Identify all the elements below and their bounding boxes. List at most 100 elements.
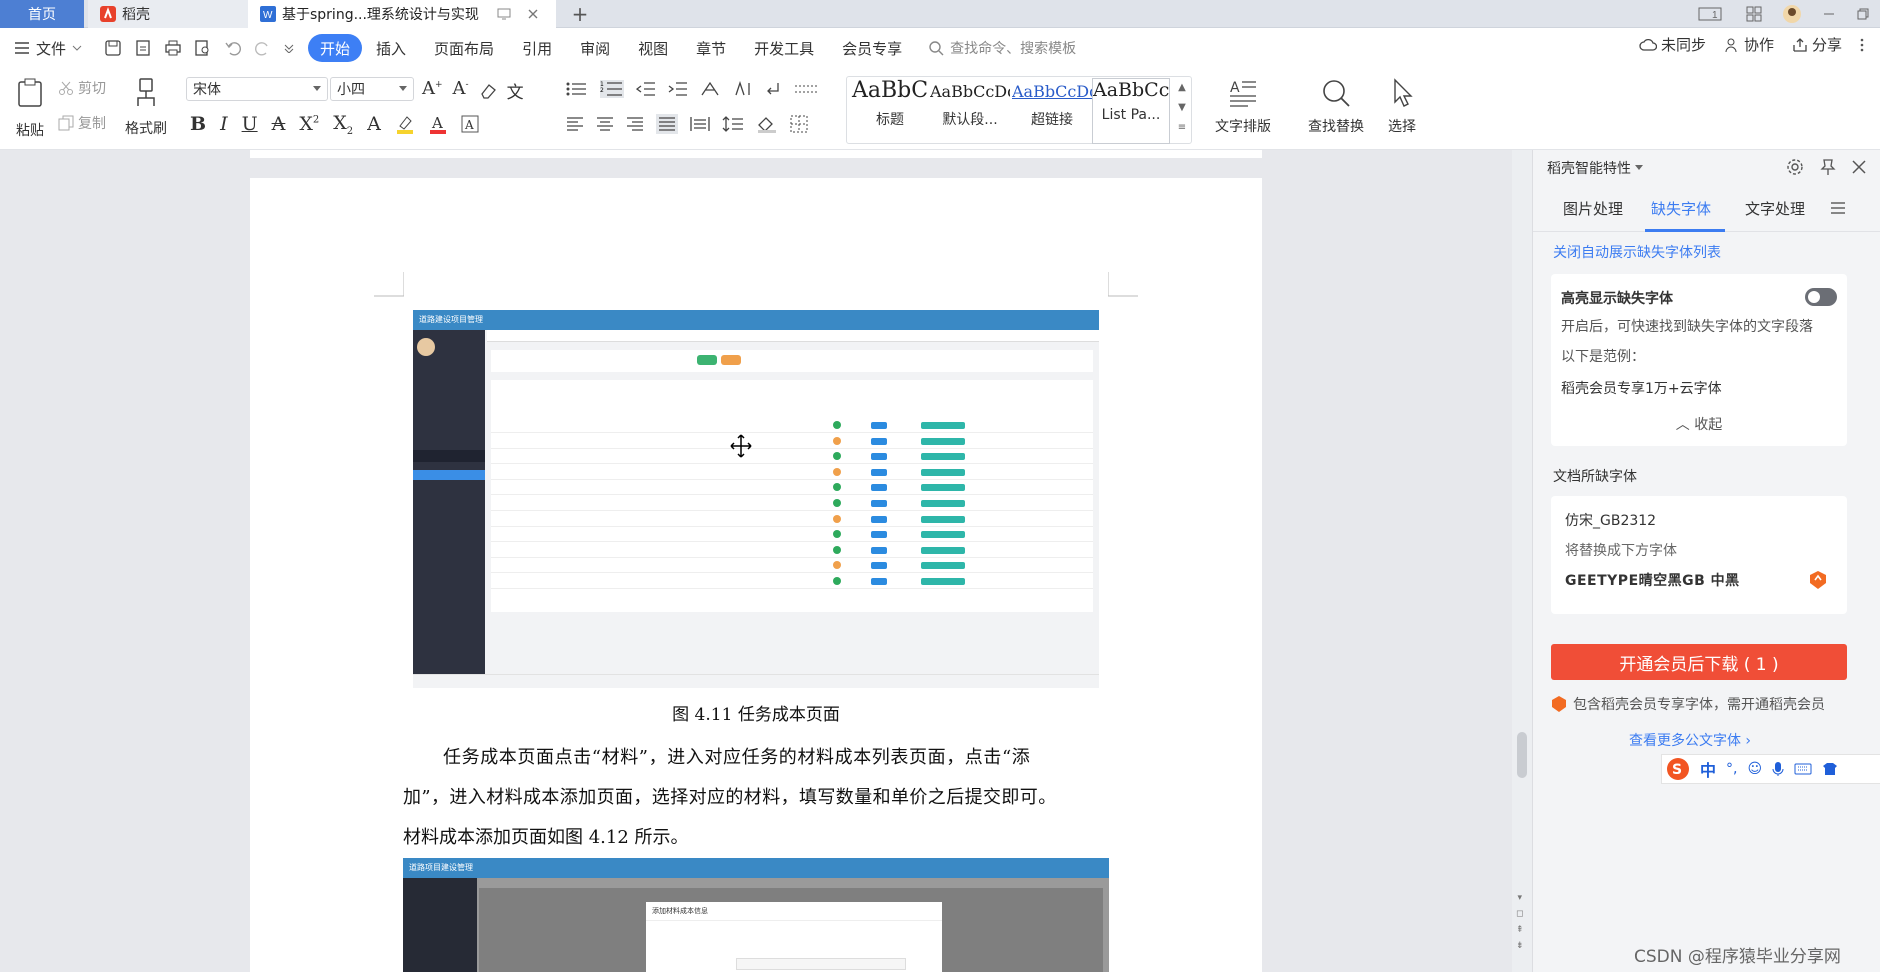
print-icon[interactable] (164, 39, 182, 57)
font-size-select[interactable]: 小四 (330, 77, 414, 101)
export-pdf-icon[interactable] (134, 39, 152, 57)
cut-button[interactable]: 剪切 (58, 78, 106, 98)
shrink-font-icon[interactable]: A- (453, 78, 469, 103)
strikethrough-icon[interactable]: A (272, 113, 286, 135)
menu-tab-review[interactable]: 审阅 (566, 34, 624, 62)
vertical-scrollbar[interactable]: ▾ ◻ ⇞ ⇟ (1512, 150, 1532, 972)
panel-tab-text[interactable]: 文字处理 (1745, 198, 1805, 219)
chevron-down-icon[interactable]: ▼ (1174, 98, 1190, 118)
scroll-buttons[interactable]: ▾ ◻ ⇞ ⇟ (1516, 890, 1524, 954)
select-button[interactable]: 选择 (1380, 78, 1424, 136)
share-button[interactable]: 分享 (1792, 34, 1842, 55)
ime-skin-icon[interactable] (1822, 762, 1838, 776)
document-canvas[interactable]: 道路建设项目管理 图 4.11 任务成本页面 任务成本页面点击“材料”，进入对应… (0, 150, 1532, 972)
chevron-up-icon[interactable]: ▲ (1174, 78, 1190, 98)
more-vertical-icon[interactable] (1860, 37, 1864, 53)
underline-icon[interactable]: U (242, 113, 258, 135)
tab-document[interactable]: W 基于spring...理系统设计与实现 (248, 0, 556, 28)
ime-toolbar[interactable]: S 中 °, ☺ (1661, 754, 1880, 784)
style-heading[interactable]: AaBbC 标题 (850, 78, 930, 144)
tab-home[interactable]: 首页 (0, 0, 84, 28)
highlight-toggle[interactable] (1805, 288, 1837, 306)
panel-tab-missing-fonts[interactable]: 缺失字体 (1651, 198, 1711, 219)
collab-button[interactable]: 协作 (1724, 34, 1774, 55)
paste-button[interactable]: 粘贴 (10, 78, 50, 140)
tab-daoke[interactable]: 稻壳 (88, 0, 248, 28)
char-border-icon[interactable]: A (461, 115, 479, 133)
sync-status[interactable]: 未同步 (1639, 34, 1706, 55)
justify-icon[interactable] (656, 114, 678, 134)
document-page[interactable]: 道路建设项目管理 图 4.11 任务成本页面 任务成本页面点击“材料”，进入对应… (250, 178, 1262, 972)
bullet-list-icon[interactable] (566, 81, 588, 97)
minimize-icon[interactable] (1822, 7, 1836, 21)
window-restore-icon[interactable] (497, 8, 511, 20)
close-tab-icon[interactable] (527, 8, 539, 20)
text-direction-icon[interactable] (700, 81, 722, 97)
font-family-select[interactable]: 宋体 (186, 77, 328, 101)
pinyin-guide-icon[interactable]: 文 (507, 78, 524, 103)
show-marks-icon[interactable] (764, 81, 782, 97)
user-avatar-icon[interactable] (1782, 4, 1802, 24)
subscript-icon[interactable]: X2 (333, 112, 353, 137)
increase-indent-icon[interactable] (668, 81, 688, 97)
superscript-icon[interactable]: X2 (299, 113, 319, 135)
decrease-indent-icon[interactable] (636, 81, 656, 97)
file-menu[interactable]: 文件 (0, 34, 96, 62)
distribute-icon[interactable] (690, 116, 710, 132)
collapse-button[interactable]: ︿ 收起 (1551, 414, 1847, 434)
menu-tab-section[interactable]: 章节 (682, 34, 740, 62)
italic-icon[interactable]: I (220, 113, 228, 135)
pin-icon[interactable] (1820, 158, 1836, 176)
find-replace-button[interactable]: 查找替换 (1300, 78, 1372, 136)
print-preview-icon[interactable] (194, 39, 212, 57)
text-layout-button[interactable]: A 文字排版 (1208, 78, 1278, 136)
undo-icon[interactable] (224, 39, 242, 57)
copy-button[interactable]: 复制 (58, 113, 106, 133)
table-of-tab-icon[interactable] (794, 81, 818, 97)
align-left-icon[interactable] (566, 116, 584, 132)
align-right-icon[interactable] (626, 116, 644, 132)
more-fonts-link[interactable]: 查看更多公文字体 › (1533, 730, 1847, 750)
panel-header-dropdown[interactable]: 稻壳智能特性 (1547, 158, 1643, 178)
grid-apps-icon[interactable] (1746, 6, 1762, 22)
ime-punct-icon[interactable]: °, (1726, 761, 1737, 777)
page-view-icon[interactable]: 1 (1698, 6, 1726, 22)
align-center-icon[interactable] (596, 116, 614, 132)
menu-tab-reference[interactable]: 引用 (508, 34, 566, 62)
bold-icon[interactable]: B (190, 113, 206, 135)
settings-gear-icon[interactable] (1786, 158, 1804, 176)
line-spacing-icon[interactable] (722, 115, 744, 133)
new-tab-button[interactable]: + (568, 0, 592, 28)
panel-menu-icon[interactable] (1831, 202, 1845, 214)
ime-mic-icon[interactable] (1772, 761, 1784, 777)
borders-icon[interactable] (790, 115, 808, 133)
redo-icon[interactable] (254, 39, 272, 57)
ime-keyboard-icon[interactable] (1794, 763, 1812, 775)
close-auto-show-link[interactable]: 关闭自动展示缺失字体列表 (1553, 242, 1721, 262)
menu-tab-member[interactable]: 会员专享 (828, 34, 916, 62)
numbered-list-icon[interactable]: 12 (600, 80, 624, 98)
font-color-icon[interactable]: A (429, 114, 447, 135)
download-member-button[interactable]: 开通会员后下载 ( 1 ) (1551, 644, 1847, 680)
style-hyperlink[interactable]: AaBbCcDd 超链接 (1012, 78, 1092, 144)
format-painter-button[interactable]: 格式刷 (122, 78, 170, 138)
scrollbar-thumb[interactable] (1517, 732, 1527, 778)
menu-tab-dev-tools[interactable]: 开发工具 (740, 34, 828, 62)
menu-tab-home[interactable]: 开始 (308, 34, 363, 62)
text-effect-icon[interactable]: A (367, 113, 381, 135)
command-search[interactable]: 查找命令、搜索模板 (928, 38, 1076, 58)
ime-lang-indicator[interactable]: 中 (1700, 757, 1716, 781)
style-list-paragraph[interactable]: AaBbCcI List Pa... (1092, 78, 1170, 144)
highlight-icon[interactable] (395, 114, 415, 135)
menu-tab-view[interactable]: 视图 (624, 34, 682, 62)
menu-tab-layout[interactable]: 页面布局 (420, 34, 508, 62)
menu-tab-insert[interactable]: 插入 (362, 34, 420, 62)
shading-icon[interactable] (756, 115, 778, 133)
save-icon[interactable] (104, 39, 122, 57)
style-default-paragraph[interactable]: AaBbCcDd 默认段... (930, 78, 1010, 144)
ime-emoji-icon[interactable]: ☺ (1747, 761, 1762, 777)
more-quick-icon[interactable] (284, 43, 294, 53)
sort-icon[interactable] (734, 81, 752, 97)
grow-font-icon[interactable]: A+ (422, 78, 443, 103)
clear-format-icon[interactable] (479, 78, 497, 103)
